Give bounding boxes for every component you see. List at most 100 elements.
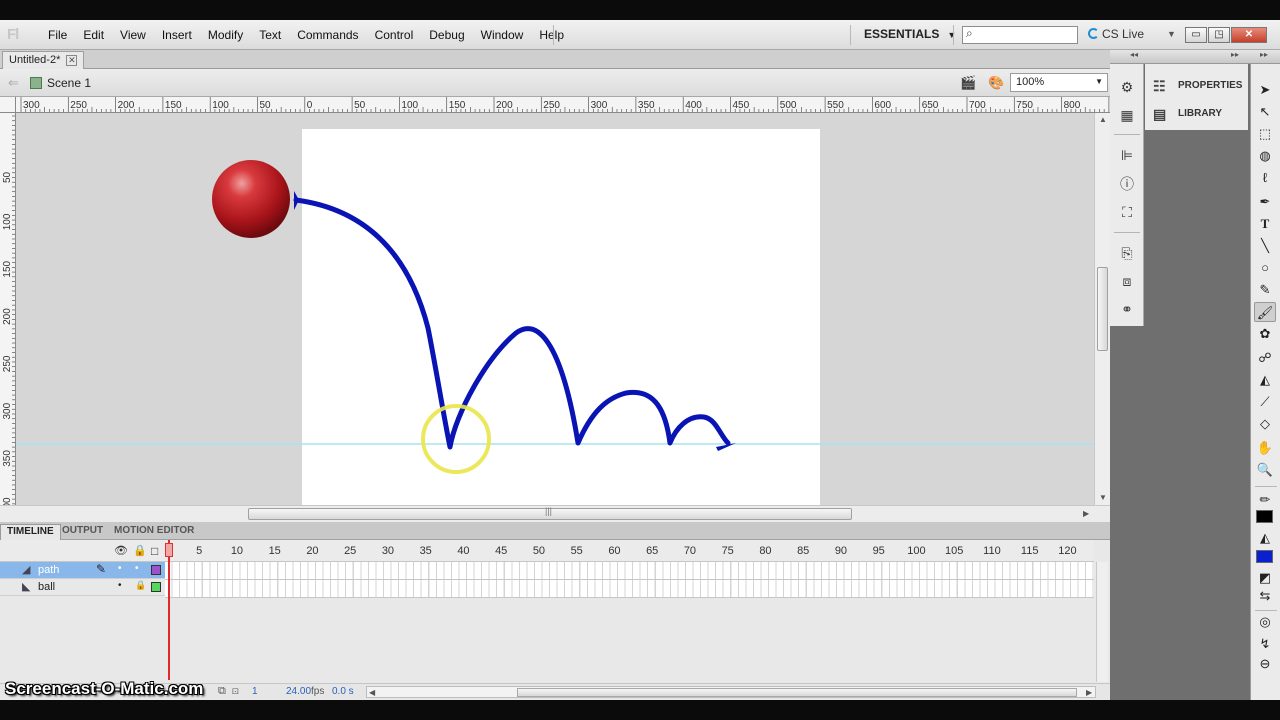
onion-skin-icons[interactable]: ⧉⊡ bbox=[218, 685, 245, 698]
menu-text[interactable]: Text bbox=[251, 28, 289, 42]
timeline-vertical-scrollbar[interactable] bbox=[1096, 562, 1108, 682]
lasso-tool-icon[interactable]: ℓ bbox=[1254, 168, 1276, 188]
3d-rotation-tool-icon[interactable]: ◍ bbox=[1254, 146, 1276, 166]
menu-control[interactable]: Control bbox=[367, 28, 422, 42]
stage-vertical-scrollbar[interactable]: ▲ ▼ bbox=[1094, 113, 1110, 505]
outline-icon[interactable]: □ bbox=[151, 544, 158, 558]
frame-number[interactable]: 95 bbox=[873, 545, 885, 557]
frame-number[interactable]: 120 bbox=[1058, 545, 1076, 557]
zoom-select[interactable]: 100% ▼ bbox=[1010, 73, 1108, 92]
menu-view[interactable]: View bbox=[112, 28, 154, 42]
tab-motion-editor[interactable]: MOTION EDITOR bbox=[108, 524, 200, 540]
frame-number[interactable]: 110 bbox=[983, 545, 1001, 557]
frame-number[interactable]: 30 bbox=[382, 545, 394, 557]
menu-window[interactable]: Window bbox=[473, 28, 532, 42]
frame-number[interactable]: 65 bbox=[646, 545, 658, 557]
scroll-up-arrow-icon[interactable]: ▲ bbox=[1099, 115, 1107, 124]
fill-color-swatch[interactable] bbox=[1256, 550, 1273, 563]
visibility-dot[interactable]: • bbox=[118, 580, 122, 591]
expand-icon[interactable]: ▸▸ bbox=[1231, 50, 1239, 59]
pencil-tool-icon[interactable]: ✎ bbox=[1254, 280, 1276, 300]
frame-number[interactable]: 80 bbox=[759, 545, 771, 557]
dock-header[interactable]: ◂◂ ▸▸ bbox=[1110, 50, 1250, 64]
brush-tool-icon[interactable]: 🖌 bbox=[1254, 302, 1276, 322]
restore-button[interactable]: ◳ bbox=[1208, 27, 1230, 43]
workspace-switcher[interactable]: ESSENTIALS ▼ bbox=[864, 27, 956, 41]
snap-to-objects-icon[interactable]: ◎ bbox=[1254, 612, 1276, 632]
tab-output[interactable]: OUTPUT bbox=[56, 524, 109, 540]
frame-number[interactable]: 25 bbox=[344, 545, 356, 557]
chevron-down-icon[interactable]: ▼ bbox=[1167, 29, 1176, 39]
menu-edit[interactable]: Edit bbox=[75, 28, 112, 42]
pen-tool-icon[interactable]: ✒ bbox=[1254, 192, 1276, 212]
scroll-thumb[interactable]: ||| bbox=[248, 506, 852, 520]
frame-number[interactable]: 15 bbox=[269, 545, 281, 557]
frame-number[interactable]: 40 bbox=[457, 545, 469, 557]
frame-number[interactable]: 5 bbox=[196, 545, 202, 557]
swap-colors-icon[interactable]: ⇆ bbox=[1254, 586, 1276, 606]
frame-number[interactable]: 75 bbox=[722, 545, 734, 557]
menu-debug[interactable]: Debug bbox=[421, 28, 472, 42]
code-snippets-icon[interactable]: ⎘ bbox=[1118, 244, 1136, 262]
close-button[interactable]: ✕ bbox=[1231, 27, 1267, 43]
back-arrow-icon[interactable]: ⇐ bbox=[8, 75, 19, 91]
deco-tool-icon[interactable]: ✿ bbox=[1254, 324, 1276, 344]
selection-tool-icon[interactable]: ➤ bbox=[1254, 80, 1276, 100]
stage-horizontal-scrollbar[interactable]: ||| ▶ bbox=[0, 505, 1110, 522]
close-tab-icon[interactable]: ✕ bbox=[66, 55, 78, 66]
frame-grid[interactable] bbox=[165, 562, 1094, 598]
stroke-color-swatch[interactable] bbox=[1256, 510, 1273, 523]
properties-panel-button[interactable]: ☷ PROPERTIES bbox=[1145, 72, 1248, 100]
collapse-icon[interactable]: ◂◂ bbox=[1130, 50, 1138, 59]
swatches-icon[interactable]: ▦ bbox=[1118, 106, 1136, 124]
menu-modify[interactable]: Modify bbox=[200, 28, 251, 42]
hand-tool-icon[interactable]: ✋ bbox=[1254, 438, 1276, 458]
scroll-thumb[interactable] bbox=[1097, 267, 1108, 351]
visibility-dot[interactable]: • bbox=[118, 563, 122, 574]
pasteboard[interactable] bbox=[16, 113, 1094, 505]
document-tab[interactable]: Untitled-2* ✕ bbox=[2, 51, 85, 69]
motion-presets-icon[interactable]: ⚙ bbox=[1118, 78, 1136, 96]
component-inspector-icon[interactable]: ⚭ bbox=[1118, 300, 1136, 318]
oval-tool-icon[interactable]: ○ bbox=[1254, 258, 1276, 278]
help-search-input[interactable] bbox=[962, 26, 1078, 44]
frame-number[interactable]: 100 bbox=[907, 545, 925, 557]
frame-number[interactable]: 60 bbox=[608, 545, 620, 557]
scene-label[interactable]: Scene 1 bbox=[47, 76, 91, 90]
library-panel-button[interactable]: ▤ LIBRARY bbox=[1145, 100, 1248, 128]
layer-color-swatch[interactable] bbox=[151, 582, 161, 592]
frame-number[interactable]: 105 bbox=[945, 545, 963, 557]
scroll-thumb[interactable] bbox=[517, 688, 1077, 697]
eraser-tool-icon[interactable]: ◇ bbox=[1254, 414, 1276, 434]
bone-tool-icon[interactable]: ☍ bbox=[1254, 348, 1276, 368]
menu-file[interactable]: File bbox=[40, 28, 75, 42]
line-tool-icon[interactable]: ╲ bbox=[1254, 236, 1276, 256]
align-icon[interactable]: ⊫ bbox=[1118, 146, 1136, 164]
lock-dot[interactable]: • bbox=[135, 563, 139, 574]
motion-path[interactable] bbox=[293, 197, 731, 450]
layer-color-swatch[interactable] bbox=[151, 565, 161, 575]
info-icon[interactable]: ⓘ bbox=[1118, 175, 1136, 193]
frame-number[interactable]: 85 bbox=[797, 545, 809, 557]
eye-icon[interactable]: 👁 bbox=[114, 544, 128, 557]
subselection-tool-icon[interactable]: ↖ bbox=[1254, 102, 1276, 122]
black-white-icon[interactable]: ◩ bbox=[1254, 568, 1276, 588]
frame-number[interactable]: 45 bbox=[495, 545, 507, 557]
paint-bucket-tool-icon[interactable]: ◭ bbox=[1254, 370, 1276, 390]
frame-number[interactable]: 50 bbox=[533, 545, 545, 557]
frame-number[interactable]: 35 bbox=[420, 545, 432, 557]
text-tool-icon[interactable]: T bbox=[1254, 214, 1276, 234]
minimize-button[interactable]: ▭ bbox=[1185, 27, 1207, 43]
menu-insert[interactable]: Insert bbox=[154, 28, 200, 42]
straighten-icon[interactable]: ⊖ bbox=[1254, 654, 1276, 674]
frame-number[interactable]: 55 bbox=[571, 545, 583, 557]
frame-rate[interactable]: 24.00 bbox=[286, 686, 311, 697]
frame-number[interactable]: 10 bbox=[231, 545, 243, 557]
scroll-right-arrow-icon[interactable]: ▶ bbox=[1086, 688, 1092, 697]
scroll-right-arrow-icon[interactable]: ▶ bbox=[1083, 509, 1089, 518]
edit-scene-icons[interactable]: 🎬🎨 bbox=[960, 75, 1016, 91]
lock-icon[interactable]: 🔒 bbox=[133, 544, 147, 557]
expand-icon[interactable]: ▸▸ bbox=[1260, 50, 1268, 59]
zoom-tool-icon[interactable]: 🔍 bbox=[1254, 460, 1276, 480]
scroll-left-arrow-icon[interactable]: ◀ bbox=[369, 688, 375, 697]
